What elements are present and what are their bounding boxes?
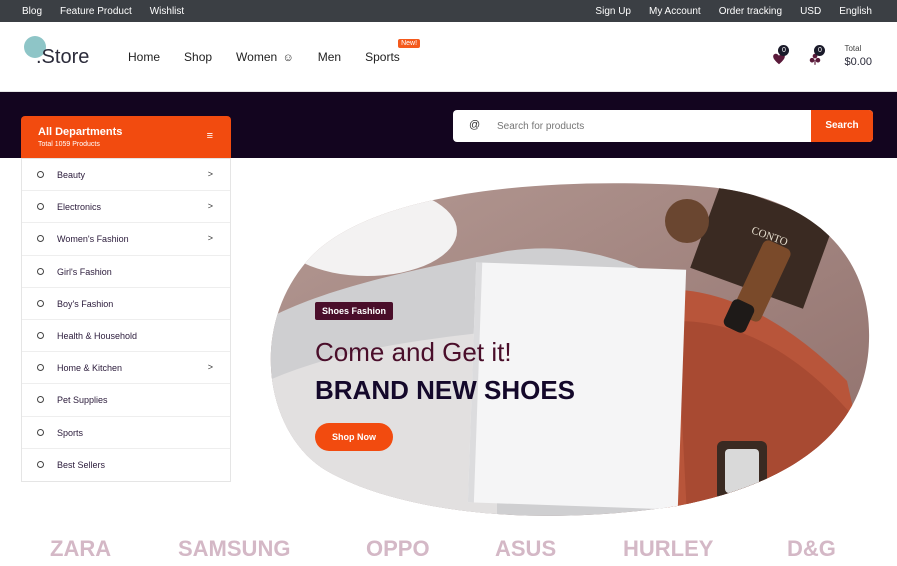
circle-bullet-icon xyxy=(37,460,44,468)
nav-item-shop[interactable]: Shop xyxy=(184,50,212,64)
department-item-label: Electronics xyxy=(57,202,102,213)
department-item[interactable]: Boy's Fashion xyxy=(22,288,230,320)
wishlist-link[interactable]: Wishlist xyxy=(150,6,184,17)
search-button[interactable]: Search xyxy=(811,110,873,142)
brand-logo-asus[interactable]: ASUS xyxy=(495,536,556,562)
search-input[interactable] xyxy=(497,116,797,136)
language-selector[interactable]: English xyxy=(839,6,872,17)
circle-bullet-icon xyxy=(37,299,44,307)
order-tracking-link[interactable]: Order tracking xyxy=(719,6,782,17)
sign-up-link[interactable]: Sign Up xyxy=(595,6,631,17)
category-tag: Shoes Fashion xyxy=(315,302,394,320)
nav-item-sports[interactable]: Sports New! xyxy=(365,39,421,64)
currency-selector[interactable]: USD xyxy=(800,6,821,17)
hero-headline: Come and Get it! xyxy=(315,337,512,367)
department-item-label: Pet Supplies xyxy=(57,395,108,406)
nav-item-men[interactable]: Men xyxy=(318,50,341,64)
department-item-label: Beauty xyxy=(57,170,86,180)
logo-text: .Store xyxy=(36,46,90,68)
department-item[interactable]: Beauty > xyxy=(22,159,230,192)
brand-logo-samsung[interactable]: SAMSUNG xyxy=(178,536,290,562)
circle-bullet-icon xyxy=(37,364,44,372)
nav-item-sports-label: Sports xyxy=(365,50,400,64)
circle-bullet-icon xyxy=(37,396,44,404)
cart-button[interactable]: 0 xyxy=(808,45,828,72)
cart-count-badge: 0 xyxy=(814,45,826,56)
brand-logo-oppo[interactable]: OPPO xyxy=(366,536,430,562)
department-item-label: Girl's Fashion xyxy=(57,266,112,277)
chevron-right-icon: > xyxy=(207,233,213,244)
department-item-label: Sports xyxy=(57,427,84,438)
hero-banner: CONTO Shoes Fashion Come and Get it! BRA… xyxy=(247,181,877,516)
departments-list: Beauty > Electronics > Women's Fashion > Girl'… xyxy=(21,158,231,482)
wishlist-button[interactable]: 0 xyxy=(772,45,792,72)
hamburger-menu-icon: ≡ xyxy=(206,130,213,142)
circle-bullet-icon xyxy=(37,428,44,436)
store-logo[interactable]: .Store xyxy=(24,36,104,76)
circle-bullet-icon xyxy=(37,171,44,178)
brand-strip: ZARA SAMSUNG OPPO ASUS HURLEY D&G xyxy=(0,536,897,566)
departments-title: All Departments xyxy=(38,126,123,138)
department-item[interactable]: Pet Supplies xyxy=(22,384,230,417)
chevron-right-icon: > xyxy=(207,362,213,373)
cart-total-amount: $0.00 xyxy=(844,56,872,68)
new-badge: New! xyxy=(398,39,421,48)
department-item-label: Best Sellers xyxy=(57,459,106,470)
cart-total[interactable]: Total $0.00 xyxy=(844,44,872,68)
department-item[interactable]: Health & Household xyxy=(22,320,230,353)
department-item-label: Women's Fashion xyxy=(57,234,129,245)
department-item[interactable]: Home & Kitchen > xyxy=(22,352,230,385)
feature-product-link[interactable]: Feature Product xyxy=(60,6,132,17)
department-item-label: Boy's Fashion xyxy=(57,298,114,309)
top-bar-right-links: Sign Up My Account Order tracking USD En… xyxy=(577,0,872,22)
brand-logo-zara[interactable]: ZARA xyxy=(50,536,111,562)
at-icon: @ xyxy=(469,119,481,131)
nav-item-women-label: Women xyxy=(236,50,278,64)
circle-bullet-icon xyxy=(37,331,44,339)
circle-bullet-icon xyxy=(37,235,44,243)
department-item[interactable]: Women's Fashion > xyxy=(22,223,230,256)
department-item[interactable]: Sports xyxy=(22,417,230,449)
circle-bullet-icon xyxy=(37,203,44,211)
brand-logo-dg[interactable]: D&G xyxy=(787,536,836,562)
smiley-icon: ☺ xyxy=(282,52,294,64)
chevron-right-icon: > xyxy=(207,169,213,179)
all-departments-header[interactable]: All Departments Total 1059 Products ≡ xyxy=(21,116,231,158)
site-header: .Store Home Shop Women ☺ Men Sports New! … xyxy=(0,22,897,92)
my-account-link[interactable]: My Account xyxy=(649,6,701,17)
main-nav: Home Shop Women ☺ Men Sports New! xyxy=(128,39,424,64)
cart-total-label: Total xyxy=(844,44,862,53)
shop-now-button[interactable]: Shop Now xyxy=(315,423,393,451)
department-item[interactable]: Best Sellers xyxy=(22,449,230,481)
blog-link[interactable]: Blog xyxy=(22,6,42,17)
department-item[interactable]: Girl's Fashion xyxy=(22,256,230,288)
header-icons: 0 0 Total $0.00 xyxy=(772,42,872,72)
hero-subheadline: BRAND NEW SHOES xyxy=(315,375,576,405)
wishlist-count-badge: 0 xyxy=(778,45,790,56)
department-item[interactable]: Electronics > xyxy=(22,191,230,224)
circle-bullet-icon xyxy=(37,267,44,275)
departments-subtitle: Total 1059 Products xyxy=(38,141,100,148)
top-bar-left-links: Blog Feature Product Wishlist xyxy=(22,0,202,22)
brand-logo-hurley[interactable]: HURLEY xyxy=(623,536,713,562)
nav-item-women[interactable]: Women ☺ xyxy=(236,50,294,64)
nav-item-home[interactable]: Home xyxy=(128,50,160,64)
search-bar: @ Search xyxy=(453,110,873,142)
top-bar: Blog Feature Product Wishlist Sign Up My… xyxy=(0,0,897,22)
chevron-right-icon: > xyxy=(207,201,213,212)
department-item-label: Home & Kitchen xyxy=(57,363,123,374)
department-item-label: Health & Household xyxy=(57,330,138,341)
